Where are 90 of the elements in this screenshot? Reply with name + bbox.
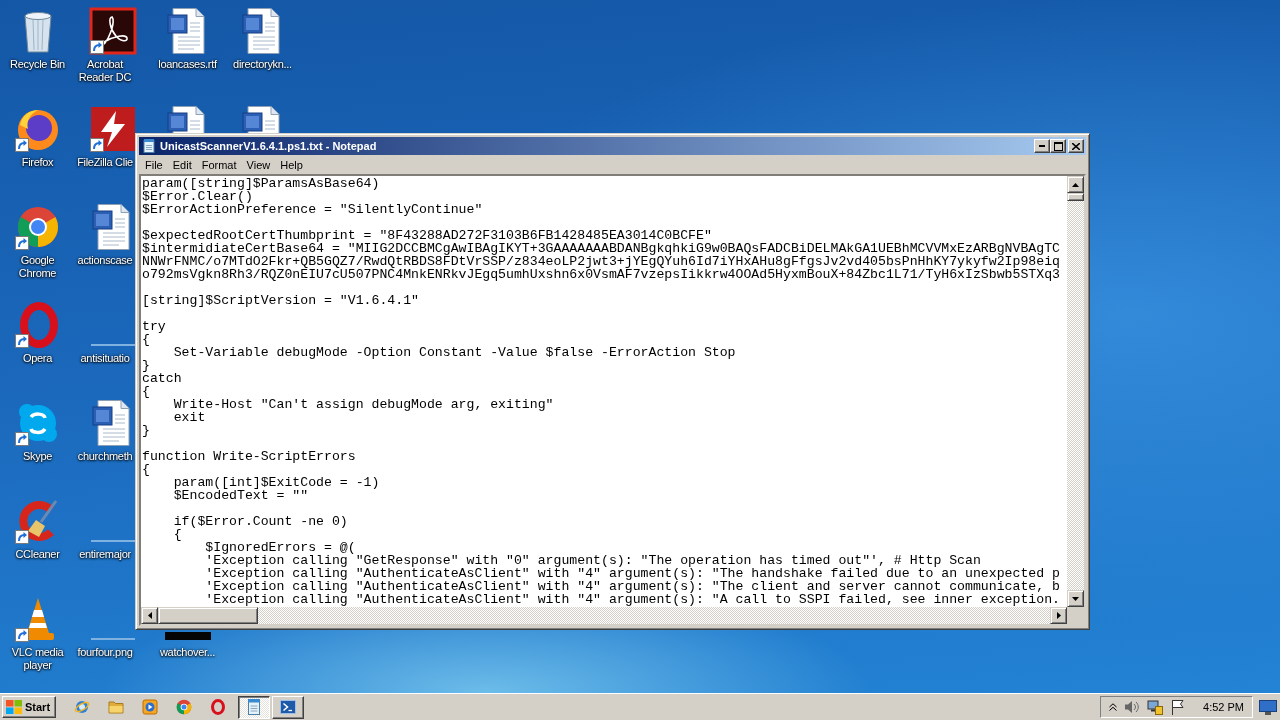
icon-label[interactable]: watchover... xyxy=(159,646,216,659)
icon-label[interactable]: actionscase xyxy=(77,254,133,267)
scroll-thumb[interactable] xyxy=(1067,193,1084,201)
acrobat-icon[interactable] xyxy=(88,7,137,55)
menu-item[interactable]: View xyxy=(241,156,276,173)
maximize-button[interactable] xyxy=(1050,139,1066,153)
clock[interactable]: 4:52 PM xyxy=(1203,701,1244,713)
code-line: 'Exception calling "GetResponse" with "0" argument(s): "The operation has timed out"', # Http Scan xyxy=(204,554,981,567)
code-line: $Error.Clear() xyxy=(142,190,253,203)
code-line: { xyxy=(142,333,150,346)
down-arrow-icon xyxy=(1072,596,1079,601)
media-player-icon[interactable] xyxy=(142,699,159,715)
icon-label[interactable]: CCleaner xyxy=(15,548,60,561)
minimize-button[interactable] xyxy=(1034,139,1050,153)
code-line: function Write-ScriptErrors xyxy=(142,450,356,463)
code-line: if($Error.Count -ne 0) xyxy=(172,515,348,528)
code-line: NNWrFNMC/o7MTdO2Fkr+QB5GQZ7/RwdQtRBDS8FDtVrSSP/z834eoLP2jwt3+jYEgQYuh6Id7iYHxAHu8gFfgsJv2vd405bsPnHhKY7ykyfw2Ip98eiq xyxy=(142,255,1060,268)
dark-thumbnail-icon[interactable] xyxy=(164,632,211,640)
code-line: catch xyxy=(142,372,182,385)
code-line: $ErrorActionPreference = "SilentlyContinue" xyxy=(142,203,483,216)
code-line: { xyxy=(142,385,150,398)
code-line: param([int]$ExitCode = -1) xyxy=(172,476,380,489)
notepad-icon xyxy=(246,699,263,715)
icon-label[interactable]: Firefox xyxy=(21,156,54,169)
code-line: 'Exception calling "AuthenticateAsClient" with "4" argument(s): "The client and server cannot communicate, b xyxy=(204,580,1060,593)
code-line: $expectedRootCertThumbprint = "8F43288AD272F3103B6FB1428485EA3014C0BCFE" xyxy=(142,229,712,242)
code-line: $IgnoredErrors = @( xyxy=(204,541,356,554)
close-button[interactable] xyxy=(1068,139,1084,153)
code-line: { xyxy=(142,463,150,476)
icon-label[interactable]: FileZilla Clie xyxy=(77,156,133,169)
network-icon[interactable] xyxy=(1147,699,1164,715)
notepad-icon[interactable] xyxy=(142,139,156,153)
folder-icon[interactable] xyxy=(108,699,125,715)
icon-label[interactable]: VLC media player xyxy=(1,646,74,672)
icon-label[interactable]: directorykn... xyxy=(233,58,292,71)
code-line: o792msVgkn8Rh3/RQZ0nEIU7cU507PNC4MnkENRkvJEgq5umhUxshn6x0VsmAF7vzepsIikkrw4OOAd5HyxmBouX+84Zbc1L71/TyH6xIzSbwb5STXq3 xyxy=(142,268,1060,281)
code-line: } xyxy=(142,359,150,372)
code-line: 'Exception calling "AuthenticateAsClient" with "4" argument(s): "A call to SSPI failed, see inner exception. xyxy=(204,593,1060,606)
code-line: 'Exception calling "AuthenticateAsClient" with "4" argument(s): "The handshake failed due to an unexpected p xyxy=(204,567,1060,580)
scroll-right-button[interactable] xyxy=(1050,607,1067,624)
scroll-left-button[interactable] xyxy=(141,607,158,624)
speaker-icon[interactable] xyxy=(1124,699,1141,715)
vertical-scrollbar[interactable] xyxy=(1067,176,1084,607)
windows-logo-icon xyxy=(6,700,22,714)
up-arrow-icon xyxy=(1072,182,1079,187)
code-line: param([string]$ParamsAsBase64) xyxy=(142,177,380,190)
icon-label[interactable]: Google Chrome xyxy=(1,254,74,280)
icon-label[interactable]: Acrobat Reader DC xyxy=(75,58,135,84)
scroll-down-button[interactable] xyxy=(1067,590,1084,607)
scroll-up-button[interactable] xyxy=(1067,176,1084,193)
right-arrow-icon xyxy=(1056,612,1061,619)
code-line: try xyxy=(142,320,166,333)
icon-label[interactable]: Opera xyxy=(22,352,53,365)
icon-label[interactable]: Skype xyxy=(22,450,53,463)
code-line: $EncodedText = "" xyxy=(172,489,309,502)
icon-label[interactable]: churchmeth xyxy=(77,450,133,463)
menu-item[interactable]: Edit xyxy=(167,156,197,173)
window-title: UnicastScannerV1.6.4.1.ps1.txt - Notepad xyxy=(160,140,377,152)
code-line: } xyxy=(142,424,150,437)
code-line: [string]$ScriptVersion = "V1.6.4.1" xyxy=(142,294,419,307)
left-arrow-icon xyxy=(147,612,152,619)
icon-label[interactable]: fourfour.png xyxy=(77,646,133,659)
filezilla-icon[interactable] xyxy=(88,105,137,153)
scroll-thumb[interactable] xyxy=(158,607,258,624)
menu-item[interactable]: File xyxy=(140,156,168,173)
icon-label[interactable]: loancases.rtf xyxy=(158,58,217,71)
ie-icon[interactable] xyxy=(74,699,91,715)
chrome-icon[interactable] xyxy=(176,699,193,715)
flag-icon[interactable] xyxy=(1170,699,1185,715)
chevron-up-icon[interactable] xyxy=(1109,703,1118,711)
code-line: Write-Host "Can't assign debugMode arg, exiting" xyxy=(172,398,554,411)
code-line: exit xyxy=(172,411,206,424)
minimize-icon xyxy=(1039,145,1045,147)
terminal-icon xyxy=(280,700,297,714)
icon-label[interactable]: entiremajor xyxy=(79,548,131,561)
code-line: $intermidiateCertBase64 = "MIIG2DCCBMCgAwIBAgIKYT+3GAAAAAAABDANBgkqhkiG9w0BAQsFADCBiDELMAkGA1UEBhMCVVMxEzARBgNVBAgTC xyxy=(142,242,1060,255)
close-icon xyxy=(1072,142,1080,150)
icon-label[interactable]: antisituatio xyxy=(80,352,130,365)
icon-label[interactable]: Recycle Bin xyxy=(10,58,65,71)
text-editor-field[interactable] xyxy=(141,176,1067,607)
show-desktop-icon[interactable] xyxy=(1259,699,1277,715)
taskbar-button[interactable] xyxy=(238,695,271,719)
code-line: Set-Variable debugMode -Option Constant -Value $false -ErrorAction Stop xyxy=(172,346,736,359)
menu-item[interactable]: Help xyxy=(275,156,308,173)
code-line: { xyxy=(172,528,182,541)
start-button[interactable]: Start xyxy=(2,696,57,718)
opera-icon[interactable] xyxy=(210,699,227,715)
horizontal-scrollbar[interactable] xyxy=(141,607,1067,624)
menu-item[interactable]: Format xyxy=(196,156,242,173)
maximize-icon xyxy=(1053,141,1063,151)
